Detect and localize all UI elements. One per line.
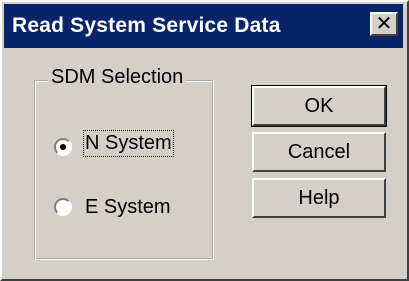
ok-button[interactable]: OK (251, 85, 387, 127)
radio-selected-dot (60, 144, 66, 150)
cancel-button[interactable]: Cancel (252, 132, 386, 172)
sdm-selection-group (34, 80, 214, 260)
radio-label-n-system[interactable]: N System (83, 130, 174, 157)
radio-e-system[interactable] (54, 198, 72, 216)
help-button[interactable]: Help (252, 178, 386, 218)
radio-label-e-system[interactable]: E System (85, 196, 171, 219)
dialog-title: Read System Service Data (12, 14, 281, 37)
radio-n-system[interactable] (54, 138, 72, 156)
close-icon[interactable]: ✕ (370, 12, 398, 36)
title-bar[interactable]: Read System Service Data ✕ (4, 4, 403, 48)
group-label: SDM Selection (48, 66, 187, 89)
dialog-window: Read System Service Data ✕ SDM Selection… (0, 0, 409, 281)
